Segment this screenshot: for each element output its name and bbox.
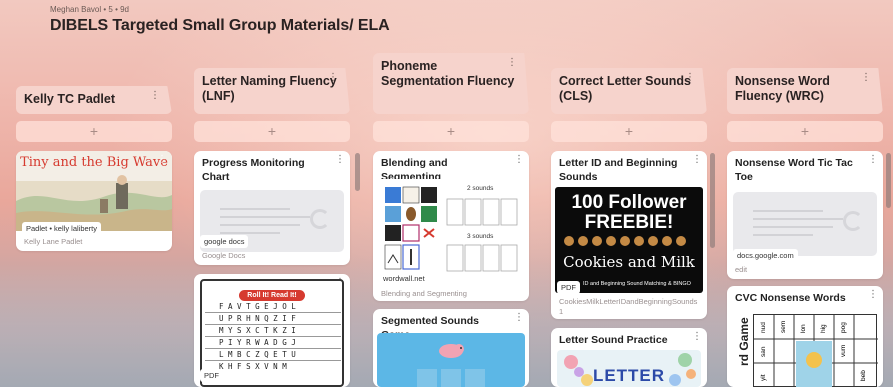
more-icon[interactable]: ⋮ (868, 289, 878, 300)
grid-word: pog (840, 322, 847, 333)
column-title: Kelly TC Padlet (24, 92, 115, 106)
more-icon[interactable]: ⋮ (507, 57, 517, 68)
letter-row: U P R H N Q Z I F (205, 313, 341, 325)
post-source: CookiesMilkLetterIDandBeginningSounds 1 (559, 297, 698, 316)
post-source: edit (735, 265, 748, 274)
post-title: Nonsense Word Tic Tac Toe (735, 157, 853, 183)
more-icon[interactable]: ⋮ (150, 90, 160, 101)
add-post-button[interactable]: + (551, 121, 707, 142)
more-icon[interactable]: ⋮ (514, 154, 524, 165)
activity-label: 2 sounds (467, 185, 494, 192)
practice-word: LETTER (592, 366, 666, 385)
column-header[interactable]: Correct Letter Sounds (CLS) ⋮ (551, 68, 707, 114)
google-logo-icon (843, 211, 863, 231)
letter-row: L M B C Z Q E T U (205, 349, 341, 361)
link-pill: PDF (557, 281, 580, 294)
board-header: Meghan Bavol • 5 • 9d DIBELS Targeted Sm… (50, 5, 390, 35)
letter-row: P I Y R W A D G J (205, 337, 341, 349)
post-card[interactable]: Letter Sound Practice ⋮ LETTER (551, 328, 707, 387)
freebie-line: FREEBIE! (584, 212, 674, 233)
grid-word: san (760, 346, 767, 357)
book-cover-image: Tiny and the Big Wave (16, 151, 172, 231)
post-card[interactable]: Segmented Sounds Game ⋮ (373, 309, 529, 387)
google-logo-icon (310, 209, 330, 229)
column-title: Letter Naming Fluency (LNF) (202, 74, 337, 103)
link-pill: google docs (200, 235, 249, 248)
post-card[interactable]: Tiny and the Big Wave ⋮ Padlet • kelly l… (16, 151, 172, 251)
link-pill: Padlet • kelly laliberty (22, 222, 101, 235)
practice-preview-image: LETTER (557, 350, 701, 387)
post-card[interactable]: Nonsense Word Tic Tac Toe ⋮ docs.google.… (727, 151, 883, 279)
activity-label: 3 sounds (467, 233, 494, 240)
freebie-image: 100 Follower FREEBIE! Cookies and Milk I… (555, 187, 703, 293)
more-icon[interactable]: ⋮ (861, 72, 871, 83)
post-title: Letter Sound Practice (559, 334, 668, 346)
column-header[interactable]: Letter Naming Fluency (LNF) ⋮ (194, 68, 350, 114)
grid-word: beb (860, 370, 867, 381)
column-header[interactable]: Phoneme Segmentation Fluency ⋮ (373, 53, 529, 114)
link-pill: wordwall.net (379, 272, 429, 285)
column-title: Nonsense Word Fluency (WRC) (735, 74, 830, 103)
column-title: Phoneme Segmentation Fluency (381, 59, 515, 88)
activity-preview-image: 2 sounds 3 sounds (379, 179, 523, 283)
word-grid: nud sem lon hig pog san vum yit beb (753, 314, 878, 387)
more-icon[interactable]: ⋮ (685, 72, 695, 83)
grid-word: lon (800, 324, 807, 333)
post-card[interactable]: Progress Monitoring Chart ⋮ google docs … (194, 151, 350, 265)
cookie-row-icon (564, 236, 686, 246)
grid-word: vum (840, 344, 847, 357)
link-pill: docs.google.com (733, 249, 798, 262)
letter-row: M Y S X C T K Z I (205, 325, 341, 337)
post-source: Blending and Segmenting (381, 289, 467, 298)
post-card[interactable]: Letter ID and Beginning Sounds ⋮ 100 Fol… (551, 151, 707, 319)
more-icon[interactable]: ⋮ (157, 154, 167, 165)
link-pill: PDF (200, 369, 223, 382)
more-icon[interactable]: ⋮ (514, 312, 524, 323)
grid-word: nud (760, 322, 767, 333)
freebie-subtitle: ID and Beginning Sound Matching & BINGO (583, 281, 691, 287)
add-post-button[interactable]: + (16, 121, 172, 142)
letter-grid: F A V T G E J O L U P R H N Q Z I F M Y … (205, 301, 341, 372)
letter-row: F A V T G E J O L (205, 301, 341, 313)
add-post-button[interactable]: + (194, 121, 350, 142)
doc-preview-image (733, 192, 877, 256)
post-source: Kelly Lane Padlet (24, 237, 83, 246)
post-source: Google Docs (202, 251, 246, 260)
post-card[interactable]: Blending and Segmenting ⋮ 2 sounds 3 sou… (373, 151, 529, 301)
post-card[interactable]: CVC Nonsense Words ⋮ rd Game nud sem lon… (727, 286, 883, 387)
add-post-button[interactable]: + (373, 121, 529, 142)
add-post-button[interactable]: + (727, 121, 883, 142)
grid-word: yit (760, 374, 767, 382)
freebie-line: Cookies and Milk (563, 253, 695, 271)
more-icon[interactable]: ⋮ (692, 331, 702, 342)
more-icon[interactable]: ⋮ (868, 154, 878, 165)
post-title: CVC Nonsense Words (735, 292, 846, 304)
column-header[interactable]: Nonsense Word Fluency (WRC) ⋮ (727, 68, 883, 114)
grid-word: hig (820, 324, 827, 333)
more-icon[interactable]: ⋮ (335, 154, 345, 165)
more-icon[interactable]: ⋮ (328, 72, 338, 83)
more-icon[interactable]: ⋮ (692, 154, 702, 165)
column-scrollbar[interactable] (886, 153, 891, 208)
column-header[interactable]: Kelly TC Padlet ⋮ (16, 86, 172, 114)
column-scrollbar[interactable] (710, 153, 715, 248)
post-card[interactable]: ⋮ Roll It! Read It! F A V T G E J O L U … (194, 274, 350, 387)
post-title: Progress Monitoring Chart (202, 157, 305, 183)
worksheet-title-area: Roll It! Read It! (202, 284, 342, 302)
column-title: Correct Letter Sounds (CLS) (559, 74, 691, 103)
letter-row: K H F S X V N M (219, 362, 287, 371)
worksheet-side-label: rd Game (737, 317, 751, 366)
freebie-line: 100 Follower (571, 192, 687, 213)
worksheet-image: rd Game nud sem lon hig pog san vum yit … (733, 308, 878, 387)
grid-word: sem (780, 320, 787, 333)
post-title: Letter ID and Beginning Sounds (559, 157, 678, 183)
column-scrollbar[interactable] (355, 153, 360, 191)
game-preview-image (377, 333, 525, 387)
board-meta: Meghan Bavol • 5 • 9d (50, 5, 129, 14)
worksheet-title: Roll It! Read It! (239, 290, 305, 301)
board-title: DIBELS Targeted Small Group Materials/ E… (50, 17, 390, 34)
